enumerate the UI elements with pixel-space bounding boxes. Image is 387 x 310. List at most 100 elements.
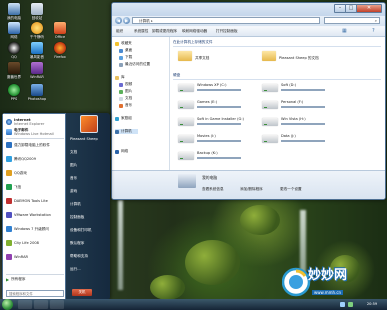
forward-button[interactable]: ▶ <box>123 17 130 24</box>
group-header-drives: 硬盘 <box>173 73 181 77</box>
folder-user-docs[interactable]: Pleasant Sheep 的文档 <box>279 56 319 61</box>
nav-computer[interactable]: 计算机 <box>115 129 138 134</box>
desktop-icon-pps[interactable]: PPS <box>4 84 24 101</box>
sm-recent-item[interactable]: City Life 2008 <box>6 240 39 246</box>
desktop-icon-computer[interactable]: 我的电脑 <box>4 3 24 20</box>
nav-favorites[interactable]: 收藏夹 <box>115 41 132 46</box>
sm-place-item[interactable]: 运行... <box>70 267 81 272</box>
nav-videos[interactable]: 视频 <box>119 82 132 87</box>
taskbar-explorer[interactable] <box>34 300 48 309</box>
start-search-input[interactable]: 搜索程序和文件 <box>6 290 64 297</box>
system-properties-button[interactable]: 系统属性 <box>134 27 148 36</box>
sm-place-item[interactable]: 文档 <box>70 150 77 155</box>
command-bar: 组织 系统属性 卸载或更改程序 映射网络驱动器 打开控制面板 ▦ ? <box>112 27 385 37</box>
drive-label[interactable]: Games (E:) <box>197 100 217 104</box>
sm-recent-item[interactable]: 腾讯QQ2009 <box>6 156 36 162</box>
internet-explorer-icon <box>6 119 12 125</box>
nav-pictures[interactable]: 图片 <box>119 89 132 94</box>
nav-network[interactable]: 网络 <box>115 149 128 154</box>
sm-place-item[interactable]: 计算机 <box>70 202 81 207</box>
drive-icon <box>262 135 278 143</box>
sm-place-item[interactable]: 控制面板 <box>70 215 84 220</box>
start-button[interactable] <box>2 299 13 310</box>
breadcrumb-computer[interactable]: 计算机 <box>139 19 150 23</box>
drive-icon <box>262 101 278 109</box>
back-button[interactable]: ◀ <box>115 17 122 24</box>
address-bar[interactable]: 计算机 ▸ <box>132 17 320 24</box>
desktop-icon-game[interactable]: 魔兽世界 <box>4 62 24 79</box>
user-avatar[interactable] <box>80 115 98 133</box>
sm-place-item[interactable]: 设备和打印机 <box>70 228 92 233</box>
drive-label[interactable]: Data (J:) <box>281 134 296 138</box>
sm-recent-item[interactable]: Windows 7 升级顾问 <box>6 226 49 232</box>
sm-place-item[interactable]: 默认程序 <box>70 241 84 246</box>
computer-icon <box>178 174 196 188</box>
organize-button[interactable]: 组织 <box>116 27 123 36</box>
drive-label[interactable]: Soft (D:) <box>281 83 296 87</box>
desktop-icon-network[interactable]: 网络 <box>4 22 24 39</box>
taskbar-media[interactable] <box>50 300 64 309</box>
mossy-rock <box>185 240 240 285</box>
sm-pinned-email[interactable]: 电子邮件 Windows Live Hotmail <box>6 128 54 136</box>
group-divider <box>173 46 381 47</box>
desktop-icon-winrar[interactable]: WinRAR <box>27 62 47 79</box>
nav-desktop[interactable]: 桌面 <box>119 48 132 53</box>
sm-place-item[interactable]: 帮助和支持 <box>70 254 88 259</box>
help-icon[interactable]: ? <box>372 27 375 36</box>
program-icon <box>6 240 12 246</box>
nav-libraries[interactable]: 库 <box>115 75 125 80</box>
details-add-remove[interactable]: 添加/删除程序 <box>240 187 263 192</box>
sm-recent-item[interactable]: DAEMON Tools Lite <box>6 198 48 204</box>
sm-all-programs[interactable]: ▶ 所有程序 <box>6 277 25 282</box>
nav-music[interactable]: 音乐 <box>119 103 132 108</box>
desktop-icon-recycle-bin[interactable]: 回收站 <box>27 3 47 20</box>
view-options-icon[interactable]: ▦ <box>342 27 347 36</box>
details-change-setting[interactable]: 更改一个设置 <box>280 187 302 192</box>
drive-icon <box>178 135 194 143</box>
taskbar-ie[interactable] <box>18 300 32 309</box>
sm-place-item[interactable]: 图片 <box>70 163 77 168</box>
sm-place-item[interactable]: 游戏 <box>70 189 77 194</box>
sm-recent-item[interactable]: VMware Workstation <box>6 212 51 218</box>
volume-icon[interactable] <box>340 302 345 307</box>
uninstall-button[interactable]: 卸载或更改程序 <box>152 27 177 36</box>
desktop-icon-media-player[interactable]: 暴风影音 <box>27 42 47 59</box>
close-button[interactable]: ✕ <box>356 4 382 13</box>
sm-recent-item[interactable]: WinRAR <box>6 254 28 260</box>
nav-documents[interactable]: 文档 <box>119 96 132 101</box>
folder-shared-docs[interactable]: 共享文档 <box>195 56 209 61</box>
control-panel-button[interactable]: 打开控制面板 <box>216 27 238 36</box>
network-tray-icon[interactable] <box>348 302 353 307</box>
sm-recent-item[interactable]: 强力卸载电脑上的软件 <box>6 142 50 148</box>
drive-label[interactable]: Backup (K:) <box>197 151 218 155</box>
clock[interactable]: 20:59 <box>359 299 385 310</box>
explorer-window[interactable]: – □ ✕ ◀ ▶ 计算机 ▸ ⌕ 组织 系统属性 卸载或更改程序 映射网络驱动… <box>111 2 386 200</box>
nav-homegroup[interactable]: 家庭组 <box>115 116 132 121</box>
desktop-icon-firefox[interactable]: Firefox <box>50 42 70 59</box>
documents-icon <box>119 96 123 101</box>
desktop-icon-qq[interactable]: QQ <box>4 42 24 59</box>
drive-label[interactable]: Soft in Game Installer (G:) <box>197 117 244 121</box>
sm-recent-label: City Life 2008 <box>14 241 39 245</box>
title-bar[interactable]: – □ ✕ <box>112 3 385 16</box>
drive-icon <box>178 118 194 126</box>
search-input[interactable]: ⌕ <box>324 17 380 24</box>
desktop-icon-office[interactable]: Office <box>50 22 70 39</box>
details-view-system-info[interactable]: 查看系统信息 <box>202 187 224 192</box>
desktop-icon-photoshop[interactable]: Photoshop <box>27 84 47 101</box>
sm-place-item[interactable]: 音乐 <box>70 176 77 181</box>
sm-pinned-internet[interactable]: Internet Internet Explorer <box>6 118 44 126</box>
sm-recent-item[interactable]: 飞信 <box>6 184 21 190</box>
nav-downloads[interactable]: 下载 <box>119 55 132 60</box>
drive-label[interactable]: Movies (I:) <box>197 134 216 138</box>
sm-place-item[interactable]: Pleasant Sheep <box>70 137 98 141</box>
start-menu-places: Pleasant Sheep 文档图片音乐游戏计算机控制面板设备和打印机 默认程序帮… <box>66 113 110 300</box>
nav-recent[interactable]: 最近访问的位置 <box>119 62 150 67</box>
sm-recent-item[interactable]: QQ游戏 <box>6 170 27 176</box>
shutdown-button[interactable]: 关机 <box>72 289 92 296</box>
drive-label[interactable]: Win Vista (H:) <box>281 117 306 121</box>
desktop-icon-music-player[interactable]: 千千静听 <box>27 22 47 39</box>
map-drive-button[interactable]: 映射网络驱动器 <box>182 27 207 36</box>
drive-label[interactable]: Windows XP (C:) <box>197 83 226 87</box>
drive-label[interactable]: Personal (F:) <box>281 100 303 104</box>
